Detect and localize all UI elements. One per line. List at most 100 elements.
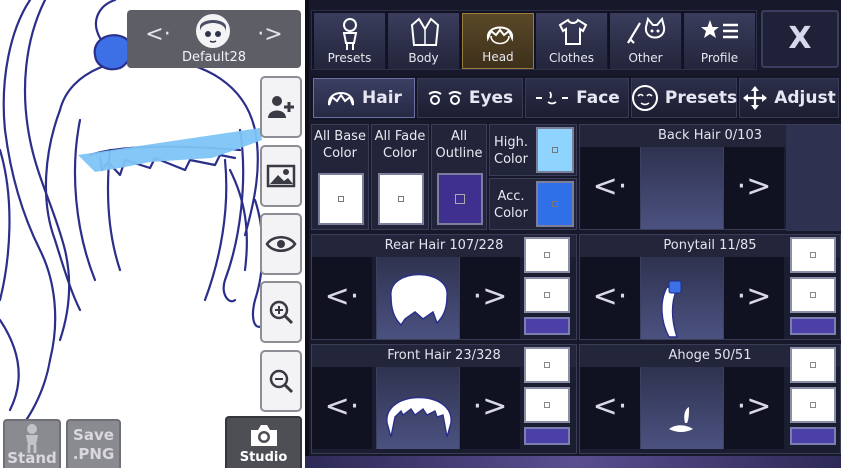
save-label: Save bbox=[73, 426, 114, 444]
all-base-color-swatch[interactable] bbox=[318, 173, 364, 225]
close-button[interactable]: X bbox=[761, 10, 839, 68]
background-button[interactable] bbox=[260, 145, 302, 207]
tab-other[interactable]: Other bbox=[610, 13, 682, 69]
ponytail-thumbnail bbox=[661, 280, 682, 338]
subtab-face-label: Face bbox=[576, 88, 620, 108]
accessory-label-2: Color bbox=[494, 206, 528, 221]
front-hair-color-1[interactable] bbox=[524, 347, 570, 383]
ahoge-color-1[interactable] bbox=[790, 347, 836, 383]
edit-panel: Presets Body Head Clothes Other Profile … bbox=[305, 0, 841, 468]
character-face-avatar bbox=[196, 14, 230, 48]
all-fade-label-2: Color bbox=[383, 146, 417, 161]
back-hair-next-button[interactable]: ·> bbox=[724, 147, 784, 229]
ahoge-next-button[interactable]: ·> bbox=[724, 367, 784, 449]
rear-hair-prev-button[interactable]: <· bbox=[312, 257, 372, 339]
back-hair-prev-button[interactable]: <· bbox=[580, 147, 640, 229]
zoom-in-icon bbox=[269, 300, 294, 325]
front-hair-next-button[interactable]: ·> bbox=[460, 367, 520, 449]
zoom-out-button[interactable] bbox=[260, 350, 302, 412]
back-hair-selector: Back Hair 0/103 <· ·> bbox=[579, 124, 841, 231]
category-bar: Presets Body Head Clothes Other Profile bbox=[311, 10, 757, 70]
rear-hair-outline-color[interactable] bbox=[524, 317, 570, 335]
all-fade-label-1: All Fade bbox=[374, 129, 426, 144]
head-subtab-bar: Hair Eyes Face Presets Adjust bbox=[311, 76, 839, 120]
tab-head-label: Head bbox=[482, 50, 514, 64]
face-preset-icon bbox=[631, 85, 658, 111]
prev-character-button[interactable]: <· bbox=[143, 20, 173, 50]
character-canvas[interactable]: <· ·> Default28 Stand Save .PNG Studio bbox=[0, 0, 305, 468]
accessory-color-swatch[interactable] bbox=[536, 181, 574, 227]
ponytail-next-button[interactable]: ·> bbox=[724, 257, 784, 339]
highlight-color-swatch[interactable] bbox=[536, 127, 574, 173]
back-hair-color-column bbox=[786, 125, 841, 231]
jacket-icon bbox=[410, 17, 440, 46]
ahoge-outline-color[interactable] bbox=[790, 427, 836, 445]
ponytail-preview bbox=[640, 257, 724, 339]
subtab-hair-label: Hair bbox=[362, 88, 402, 108]
subtab-presets[interactable]: Presets bbox=[631, 78, 737, 118]
highlight-color-group: High. Color bbox=[489, 124, 577, 176]
ponytail-color-1[interactable] bbox=[790, 237, 836, 273]
front-hair-thumbnail bbox=[386, 396, 452, 438]
highlight-label-2: Color bbox=[494, 152, 528, 167]
rear-hair-next-button[interactable]: ·> bbox=[460, 257, 520, 339]
subtab-face[interactable]: Face bbox=[525, 78, 629, 118]
front-hair-outline-color[interactable] bbox=[524, 427, 570, 445]
panel-bottom-strip bbox=[305, 456, 841, 468]
save-png-button[interactable]: Save .PNG bbox=[66, 419, 121, 468]
image-icon bbox=[266, 164, 296, 188]
rear-hair-thumbnail bbox=[390, 273, 448, 327]
highlight-label-1: High. bbox=[493, 135, 528, 150]
front-hair-selector: Front Hair 23/328 <· ·> bbox=[311, 344, 577, 454]
stand-button[interactable]: Stand bbox=[3, 419, 61, 468]
move-arrows-icon bbox=[743, 86, 768, 110]
zoom-in-button[interactable] bbox=[260, 281, 302, 343]
front-hair-color-2[interactable] bbox=[524, 387, 570, 423]
tab-clothes-label: Clothes bbox=[549, 51, 594, 65]
eyes-icon bbox=[428, 91, 462, 105]
visibility-button[interactable] bbox=[260, 213, 302, 275]
add-person-icon bbox=[268, 96, 294, 118]
tab-body[interactable]: Body bbox=[388, 13, 460, 69]
rear-hair-color-2[interactable] bbox=[524, 277, 570, 313]
shirt-icon bbox=[558, 18, 588, 45]
add-character-button[interactable] bbox=[260, 76, 302, 138]
subtab-adjust-label: Adjust bbox=[774, 88, 836, 108]
sword-cat-icon bbox=[627, 17, 666, 44]
tab-profile[interactable]: Profile bbox=[684, 13, 756, 69]
save-png-label: .PNG bbox=[72, 445, 115, 463]
tab-presets-label: Presets bbox=[327, 51, 372, 65]
face-icon bbox=[536, 91, 569, 105]
accessory-label-1: Acc. bbox=[497, 189, 525, 204]
tab-clothes[interactable]: Clothes bbox=[536, 13, 608, 69]
all-fade-color-swatch[interactable] bbox=[378, 173, 424, 225]
hair-icon bbox=[328, 92, 355, 106]
studio-button[interactable]: Studio bbox=[225, 416, 302, 468]
ponytail-prev-button[interactable]: <· bbox=[580, 257, 640, 339]
ponytail-color-2[interactable] bbox=[790, 277, 836, 313]
all-outline-color-swatch[interactable] bbox=[437, 173, 483, 225]
all-outline-label-1: All bbox=[450, 129, 468, 144]
ahoge-color-2[interactable] bbox=[790, 387, 836, 423]
tab-other-label: Other bbox=[628, 51, 663, 65]
next-character-button[interactable]: ·> bbox=[255, 20, 285, 50]
ahoge-prev-button[interactable]: <· bbox=[580, 367, 640, 449]
subtab-adjust[interactable]: Adjust bbox=[739, 78, 839, 118]
all-base-label-1: All Base bbox=[314, 129, 366, 144]
ahoge-preview bbox=[640, 367, 724, 449]
ahoge-thumbnail bbox=[669, 407, 693, 432]
zoom-out-icon bbox=[269, 369, 294, 394]
rear-hair-color-1[interactable] bbox=[524, 237, 570, 273]
back-hair-preview bbox=[640, 147, 724, 229]
rear-hair-preview bbox=[376, 257, 460, 339]
all-outline-label-2: Outline bbox=[435, 146, 483, 161]
ponytail-outline-color[interactable] bbox=[790, 317, 836, 335]
front-hair-prev-button[interactable]: <· bbox=[312, 367, 372, 449]
character-name: Default28 bbox=[181, 50, 247, 65]
front-hair-preview bbox=[376, 367, 460, 449]
tab-presets[interactable]: Presets bbox=[314, 13, 386, 69]
rear-hair-selector: Rear Hair 107/228 <· ·> bbox=[311, 234, 577, 340]
tab-head[interactable]: Head bbox=[462, 13, 534, 69]
subtab-eyes[interactable]: Eyes bbox=[417, 78, 523, 118]
subtab-hair[interactable]: Hair bbox=[313, 78, 415, 118]
